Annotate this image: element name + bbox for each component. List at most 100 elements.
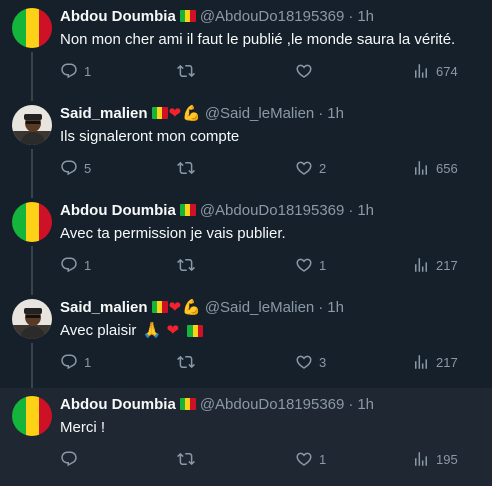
tweet-header: Abdou Doumbia @AbdouDo18195369 · 1h bbox=[60, 6, 480, 26]
view-count: 217 bbox=[436, 354, 458, 370]
reply-icon bbox=[61, 257, 77, 273]
avatar[interactable] bbox=[12, 396, 52, 436]
reply-icon bbox=[61, 160, 77, 176]
display-name[interactable]: Said_malien bbox=[60, 105, 148, 122]
like-icon bbox=[296, 161, 312, 175]
heart-icon: ❤ bbox=[168, 299, 182, 316]
views-button[interactable]: 217 bbox=[412, 256, 458, 274]
reply-icon bbox=[61, 354, 77, 370]
views-button[interactable]: 656 bbox=[412, 159, 458, 177]
timestamp[interactable]: 1h bbox=[327, 299, 344, 316]
tweet-text-row: Avec plaisir 🙏 ❤ bbox=[60, 321, 480, 341]
thread-line bbox=[31, 246, 33, 295]
retweet-button[interactable] bbox=[177, 159, 201, 177]
retweet-button[interactable] bbox=[177, 62, 201, 80]
tweet-actions: 1 674 bbox=[60, 62, 460, 80]
like-button[interactable]: 2 bbox=[295, 159, 326, 177]
views-button[interactable]: 217 bbox=[412, 353, 458, 371]
mali-flag-icon bbox=[179, 10, 196, 22]
view-count: 217 bbox=[436, 257, 458, 273]
reply-count: 1 bbox=[84, 354, 92, 370]
user-handle[interactable]: @Said_leMalien bbox=[205, 105, 314, 122]
flexed-biceps-icon: 💪 bbox=[182, 299, 201, 316]
reply-icon bbox=[61, 63, 77, 79]
views-icon bbox=[415, 258, 427, 272]
view-count: 656 bbox=[436, 160, 458, 176]
thread-line bbox=[31, 52, 33, 101]
reply-count: 5 bbox=[84, 160, 92, 176]
separator: · bbox=[318, 104, 324, 122]
tweet-actions: 1 3 217 bbox=[60, 353, 460, 371]
avatar[interactable] bbox=[12, 299, 52, 339]
tweet[interactable]: Said_malien ❤ 💪 @Said_leMalien · 1h Ils … bbox=[0, 97, 492, 198]
tweet-text: Avec ta permission je vais publier. bbox=[60, 225, 286, 242]
tweet-actions: 1 1 217 bbox=[60, 256, 460, 274]
tweet-header: Abdou Doumbia @AbdouDo18195369 · 1h bbox=[60, 394, 480, 414]
user-handle[interactable]: @AbdouDo18195369 bbox=[200, 396, 345, 413]
retweet-button[interactable] bbox=[177, 353, 201, 371]
like-button[interactable] bbox=[295, 62, 319, 80]
reply-button[interactable] bbox=[60, 450, 84, 468]
like-button[interactable]: 3 bbox=[295, 353, 326, 371]
thread-line bbox=[31, 343, 33, 392]
view-count: 195 bbox=[436, 451, 458, 467]
user-handle[interactable]: @AbdouDo18195369 bbox=[200, 8, 345, 25]
view-count: 674 bbox=[436, 63, 458, 79]
display-name[interactable]: Abdou Doumbia bbox=[60, 8, 176, 25]
reply-count: 1 bbox=[84, 63, 92, 79]
retweet-button[interactable] bbox=[177, 256, 201, 274]
separator: · bbox=[348, 395, 354, 413]
timestamp[interactable]: 1h bbox=[357, 202, 374, 219]
retweet-icon bbox=[177, 161, 195, 175]
retweet-icon bbox=[177, 64, 195, 78]
tweet-text: Avec plaisir bbox=[60, 322, 137, 339]
like-count: 3 bbox=[319, 354, 327, 370]
reply-icon bbox=[61, 451, 77, 467]
display-name[interactable]: Said_malien bbox=[60, 299, 148, 316]
mali-flag-icon bbox=[179, 204, 196, 216]
tweet[interactable]: Abdou Doumbia @AbdouDo18195369 · 1h Merc… bbox=[0, 388, 492, 486]
like-count: 1 bbox=[319, 257, 327, 273]
separator: · bbox=[318, 298, 324, 316]
tweet-text: Merci ! bbox=[60, 419, 105, 436]
tweet-header: Abdou Doumbia @AbdouDo18195369 · 1h bbox=[60, 200, 480, 220]
views-button[interactable]: 674 bbox=[412, 62, 458, 80]
display-name[interactable]: Abdou Doumbia bbox=[60, 202, 176, 219]
timestamp[interactable]: 1h bbox=[357, 8, 374, 25]
tweet[interactable]: Abdou Doumbia @AbdouDo18195369 · 1h Non … bbox=[0, 0, 492, 101]
display-name[interactable]: Abdou Doumbia bbox=[60, 396, 176, 413]
retweet-button[interactable] bbox=[177, 450, 201, 468]
reply-button[interactable]: 5 bbox=[60, 159, 91, 177]
like-icon bbox=[296, 452, 312, 466]
tweet-actions: 5 2 656 bbox=[60, 159, 460, 177]
heart-icon: ❤ bbox=[166, 322, 180, 339]
reply-button[interactable]: 1 bbox=[60, 353, 91, 371]
retweet-icon bbox=[177, 452, 195, 466]
tweet[interactable]: Abdou Doumbia @AbdouDo18195369 · 1h Avec… bbox=[0, 194, 492, 295]
reply-button[interactable]: 1 bbox=[60, 62, 91, 80]
timestamp[interactable]: 1h bbox=[357, 396, 374, 413]
folded-hands-icon: 🙏 bbox=[142, 322, 162, 339]
user-handle[interactable]: @Said_leMalien bbox=[205, 299, 314, 316]
avatar[interactable] bbox=[12, 8, 52, 48]
like-button[interactable]: 1 bbox=[295, 256, 326, 274]
avatar[interactable] bbox=[12, 105, 52, 145]
tweet-text: Non mon cher ami il faut le publié ,le m… bbox=[60, 31, 456, 48]
tweet[interactable]: Said_malien ❤ 💪 @Said_leMalien · 1h Avec… bbox=[0, 291, 492, 392]
mali-flag-icon bbox=[151, 107, 168, 119]
views-button[interactable]: 195 bbox=[412, 450, 458, 468]
flexed-biceps-icon: 💪 bbox=[182, 105, 201, 122]
like-count: 1 bbox=[319, 451, 327, 467]
reply-button[interactable]: 1 bbox=[60, 256, 91, 274]
views-icon bbox=[415, 452, 427, 466]
timestamp[interactable]: 1h bbox=[327, 105, 344, 122]
tweet-header: Said_malien ❤ 💪 @Said_leMalien · 1h bbox=[60, 103, 480, 123]
tweet-header: Said_malien ❤ 💪 @Said_leMalien · 1h bbox=[60, 297, 480, 317]
thread-line bbox=[31, 149, 33, 198]
views-icon bbox=[415, 161, 427, 175]
avatar[interactable] bbox=[12, 202, 52, 242]
like-button[interactable]: 1 bbox=[295, 450, 326, 468]
tweet-text: Ils signaleront mon compte bbox=[60, 128, 240, 145]
user-handle[interactable]: @AbdouDo18195369 bbox=[200, 202, 345, 219]
separator: · bbox=[348, 7, 354, 25]
